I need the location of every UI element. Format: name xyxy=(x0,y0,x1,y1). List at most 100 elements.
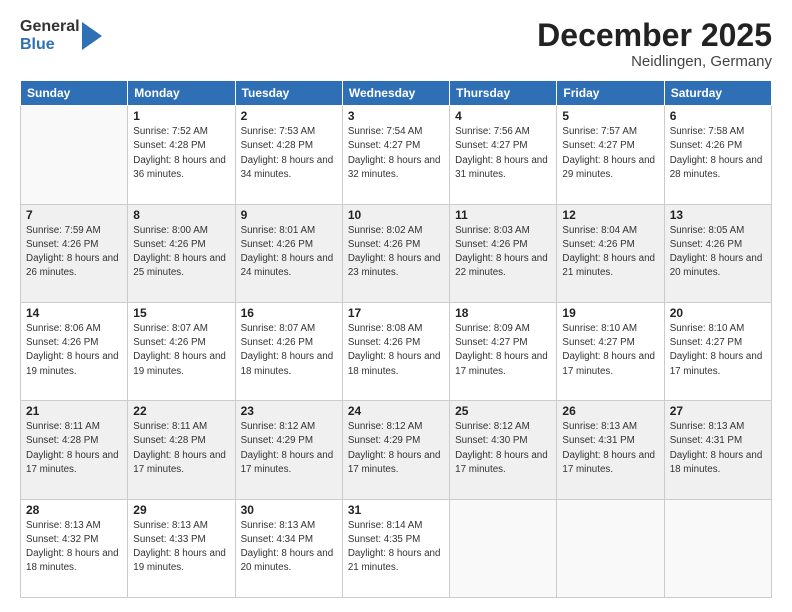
table-row: 23 Sunrise: 8:12 AMSunset: 4:29 PMDayligh… xyxy=(235,401,342,499)
col-saturday: Saturday xyxy=(664,81,771,106)
day-info: Sunrise: 8:02 AMSunset: 4:26 PMDaylight:… xyxy=(348,225,441,279)
calendar-week-row: 21 Sunrise: 8:11 AMSunset: 4:28 PMDayligh… xyxy=(21,401,772,499)
table-row: 11 Sunrise: 8:03 AMSunset: 4:26 PMDayligh… xyxy=(450,204,557,302)
day-number: 30 xyxy=(241,503,337,517)
day-number: 4 xyxy=(455,109,551,123)
table-row: 12Sunrise: 8:04 AMSunset: 4:26 PMDayligh… xyxy=(557,204,664,302)
table-row: 26 Sunrise: 8:13 AMSunset: 4:31 PMDayligh… xyxy=(557,401,664,499)
day-info: Sunrise: 8:10 AMSunset: 4:27 PMDaylight:… xyxy=(670,323,763,377)
table-row xyxy=(450,499,557,597)
day-info: Sunrise: 7:53 AMSunset: 4:28 PMDaylight:… xyxy=(241,126,334,180)
table-row: 20 Sunrise: 8:10 AMSunset: 4:27 PMDayligh… xyxy=(664,302,771,400)
day-info: Sunrise: 8:13 AMSunset: 4:31 PMDaylight:… xyxy=(670,421,763,475)
day-number: 2 xyxy=(241,109,337,123)
day-info: Sunrise: 7:57 AMSunset: 4:27 PMDaylight:… xyxy=(562,126,655,180)
table-row: 8 Sunrise: 8:00 AMSunset: 4:26 PMDaylight… xyxy=(128,204,235,302)
day-info: Sunrise: 8:03 AMSunset: 4:26 PMDaylight:… xyxy=(455,225,548,279)
calendar-week-row: 28Sunrise: 8:13 AMSunset: 4:32 PMDayligh… xyxy=(21,499,772,597)
month-title: December 2025 xyxy=(537,18,772,53)
day-info: Sunrise: 8:07 AMSunset: 4:26 PMDaylight:… xyxy=(241,323,334,377)
table-row: 25 Sunrise: 8:12 AMSunset: 4:30 PMDayligh… xyxy=(450,401,557,499)
day-info: Sunrise: 8:05 AMSunset: 4:26 PMDaylight:… xyxy=(670,225,763,279)
day-number: 21 xyxy=(26,404,122,418)
day-info: Sunrise: 8:01 AMSunset: 4:26 PMDaylight:… xyxy=(241,225,334,279)
table-row: 31 Sunrise: 8:14 AMSunset: 4:35 PMDayligh… xyxy=(342,499,449,597)
day-number: 3 xyxy=(348,109,444,123)
calendar-week-row: 1 Sunrise: 7:52 AMSunset: 4:28 PMDaylight… xyxy=(21,106,772,204)
table-row xyxy=(21,106,128,204)
day-number: 7 xyxy=(26,208,122,222)
day-info: Sunrise: 7:56 AMSunset: 4:27 PMDaylight:… xyxy=(455,126,548,180)
day-number: 1 xyxy=(133,109,229,123)
col-tuesday: Tuesday xyxy=(235,81,342,106)
day-number: 29 xyxy=(133,503,229,517)
day-info: Sunrise: 8:11 AMSunset: 4:28 PMDaylight:… xyxy=(133,421,226,475)
day-number: 16 xyxy=(241,306,337,320)
table-row: 6Sunrise: 7:58 AMSunset: 4:26 PMDaylight… xyxy=(664,106,771,204)
day-number: 19 xyxy=(562,306,658,320)
day-number: 25 xyxy=(455,404,551,418)
day-info: Sunrise: 8:12 AMSunset: 4:29 PMDaylight:… xyxy=(241,421,334,475)
table-row: 27 Sunrise: 8:13 AMSunset: 4:31 PMDayligh… xyxy=(664,401,771,499)
day-number: 28 xyxy=(26,503,122,517)
title-block: December 2025 Neidlingen, Germany xyxy=(537,18,772,70)
table-row: 15 Sunrise: 8:07 AMSunset: 4:26 PMDayligh… xyxy=(128,302,235,400)
day-info: Sunrise: 8:04 AMSunset: 4:26 PMDaylight:… xyxy=(562,225,655,279)
day-number: 17 xyxy=(348,306,444,320)
col-sunday: Sunday xyxy=(21,81,128,106)
day-number: 26 xyxy=(562,404,658,418)
table-row: 13Sunrise: 8:05 AMSunset: 4:26 PMDayligh… xyxy=(664,204,771,302)
table-row: 22 Sunrise: 8:11 AMSunset: 4:28 PMDayligh… xyxy=(128,401,235,499)
table-row: 7 Sunrise: 7:59 AMSunset: 4:26 PMDaylight… xyxy=(21,204,128,302)
day-info: Sunrise: 8:08 AMSunset: 4:26 PMDaylight:… xyxy=(348,323,441,377)
day-number: 22 xyxy=(133,404,229,418)
col-friday: Friday xyxy=(557,81,664,106)
table-row: 2 Sunrise: 7:53 AMSunset: 4:28 PMDaylight… xyxy=(235,106,342,204)
page: General Blue December 2025 Neidlingen, G… xyxy=(0,0,792,612)
day-info: Sunrise: 8:13 AMSunset: 4:31 PMDaylight:… xyxy=(562,421,655,475)
day-info: Sunrise: 8:12 AMSunset: 4:30 PMDaylight:… xyxy=(455,421,548,475)
day-info: Sunrise: 7:59 AMSunset: 4:26 PMDaylight:… xyxy=(26,225,119,279)
day-number: 15 xyxy=(133,306,229,320)
table-row xyxy=(664,499,771,597)
day-info: Sunrise: 8:07 AMSunset: 4:26 PMDaylight:… xyxy=(133,323,226,377)
day-number: 24 xyxy=(348,404,444,418)
table-row: 14Sunrise: 8:06 AMSunset: 4:26 PMDayligh… xyxy=(21,302,128,400)
table-row: 4 Sunrise: 7:56 AMSunset: 4:27 PMDaylight… xyxy=(450,106,557,204)
col-thursday: Thursday xyxy=(450,81,557,106)
day-info: Sunrise: 8:12 AMSunset: 4:29 PMDaylight:… xyxy=(348,421,441,475)
day-info: Sunrise: 8:13 AMSunset: 4:34 PMDaylight:… xyxy=(241,520,334,574)
col-wednesday: Wednesday xyxy=(342,81,449,106)
logo-icon xyxy=(82,22,102,50)
day-info: Sunrise: 8:09 AMSunset: 4:27 PMDaylight:… xyxy=(455,323,548,377)
table-row: 19Sunrise: 8:10 AMSunset: 4:27 PMDayligh… xyxy=(557,302,664,400)
day-info: Sunrise: 7:52 AMSunset: 4:28 PMDaylight:… xyxy=(133,126,226,180)
table-row: 3Sunrise: 7:54 AMSunset: 4:27 PMDaylight… xyxy=(342,106,449,204)
day-info: Sunrise: 8:14 AMSunset: 4:35 PMDaylight:… xyxy=(348,520,441,574)
day-info: Sunrise: 8:11 AMSunset: 4:28 PMDaylight:… xyxy=(26,421,119,475)
location: Neidlingen, Germany xyxy=(537,53,772,70)
day-number: 31 xyxy=(348,503,444,517)
day-number: 9 xyxy=(241,208,337,222)
day-number: 20 xyxy=(670,306,766,320)
calendar-week-row: 14Sunrise: 8:06 AMSunset: 4:26 PMDayligh… xyxy=(21,302,772,400)
day-number: 23 xyxy=(241,404,337,418)
day-number: 10 xyxy=(348,208,444,222)
day-info: Sunrise: 8:00 AMSunset: 4:26 PMDaylight:… xyxy=(133,225,226,279)
header: General Blue December 2025 Neidlingen, G… xyxy=(20,18,772,70)
table-row: 21 Sunrise: 8:11 AMSunset: 4:28 PMDayligh… xyxy=(21,401,128,499)
day-number: 8 xyxy=(133,208,229,222)
table-row: 28Sunrise: 8:13 AMSunset: 4:32 PMDayligh… xyxy=(21,499,128,597)
table-row: 30 Sunrise: 8:13 AMSunset: 4:34 PMDayligh… xyxy=(235,499,342,597)
table-row: 24 Sunrise: 8:12 AMSunset: 4:29 PMDayligh… xyxy=(342,401,449,499)
table-row xyxy=(557,499,664,597)
day-number: 27 xyxy=(670,404,766,418)
col-monday: Monday xyxy=(128,81,235,106)
table-row: 1 Sunrise: 7:52 AMSunset: 4:28 PMDaylight… xyxy=(128,106,235,204)
calendar-week-row: 7 Sunrise: 7:59 AMSunset: 4:26 PMDaylight… xyxy=(21,204,772,302)
table-row: 29Sunrise: 8:13 AMSunset: 4:33 PMDayligh… xyxy=(128,499,235,597)
logo-blue: Blue xyxy=(20,36,80,54)
day-number: 11 xyxy=(455,208,551,222)
logo-text: General Blue xyxy=(20,18,80,53)
table-row: 17 Sunrise: 8:08 AMSunset: 4:26 PMDayligh… xyxy=(342,302,449,400)
